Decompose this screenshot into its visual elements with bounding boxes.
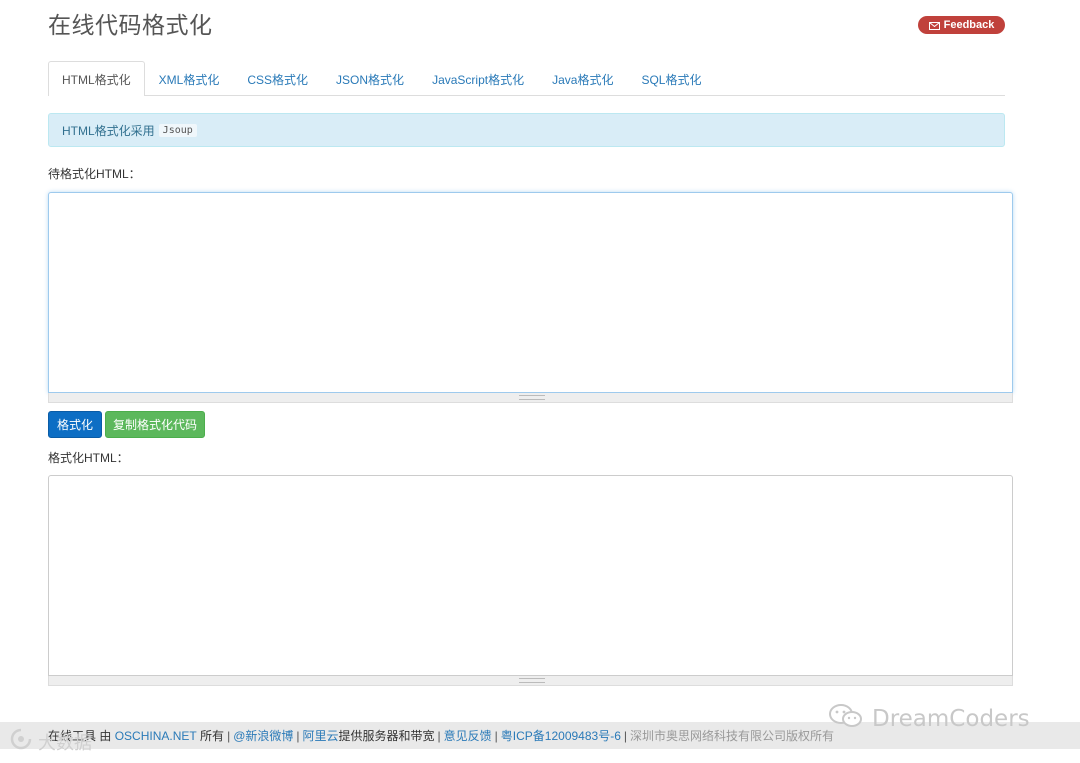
grip-icon <box>519 395 545 400</box>
page-title: 在线代码格式化 <box>48 13 213 39</box>
footer-aliyun-suffix: 提供服务器和带宽 <box>338 729 435 743</box>
footer-icp-link[interactable]: 粤ICP备12009483号-6 <box>501 727 621 744</box>
footer-owned: 所有 <box>200 729 225 743</box>
watermark-right-text: DreamCoders <box>872 706 1030 732</box>
footer-oschina-link[interactable]: OSCHINA.NET <box>115 729 197 743</box>
html-output-textarea[interactable] <box>48 475 1013 676</box>
grip-icon <box>519 678 545 683</box>
input-label: 待格式化HTML： <box>48 167 141 181</box>
footer-feedback-link[interactable]: 意见反馈 <box>444 727 492 744</box>
footer-separator: | <box>437 728 441 743</box>
watermark-left: 大数据 <box>8 728 92 755</box>
footer-separator: | <box>227 728 231 743</box>
wechat-icon <box>828 703 864 735</box>
feedback-button[interactable]: Feedback <box>918 16 1005 34</box>
watermark-left-text: 大数据 <box>38 732 92 754</box>
watermark-dreamcoders: DreamCoders <box>828 703 1030 735</box>
copy-formatted-button[interactable]: 复制格式化代码 <box>105 411 205 438</box>
output-label: 格式化HTML： <box>48 451 129 465</box>
logo-icon <box>8 728 34 755</box>
output-resize-handle[interactable] <box>48 676 1013 686</box>
feedback-label: Feedback <box>943 19 995 31</box>
info-text: HTML格式化采用 <box>62 123 155 138</box>
html-input-textarea[interactable] <box>48 192 1013 393</box>
tab-css[interactable]: CSS格式化 <box>233 62 322 96</box>
footer-separator: | <box>623 728 627 743</box>
input-resize-handle[interactable] <box>48 393 1013 403</box>
format-button[interactable]: 格式化 <box>48 411 102 438</box>
page: 在线代码格式化 Feedback HTML格式化 XML格式化 CSS格式化 J… <box>0 0 1080 763</box>
tab-json[interactable]: JSON格式化 <box>322 62 418 96</box>
tab-xml[interactable]: XML格式化 <box>145 62 234 96</box>
mail-icon <box>928 21 940 30</box>
footer-separator: | <box>296 728 300 743</box>
tab-javascript[interactable]: JavaScript格式化 <box>418 62 538 96</box>
info-code: Jsoup <box>158 123 197 137</box>
tab-java[interactable]: Java格式化 <box>538 62 627 96</box>
footer-copyright: 深圳市奥思网络科技有限公司版权所有 <box>630 729 835 743</box>
info-alert: HTML格式化采用 Jsoup <box>48 113 1005 147</box>
tab-html[interactable]: HTML格式化 <box>48 61 145 96</box>
footer-weibo-link[interactable]: @新浪微博 <box>233 727 293 744</box>
tab-sql[interactable]: SQL格式化 <box>627 62 715 96</box>
footer-separator: | <box>494 728 498 743</box>
tab-bar: HTML格式化 XML格式化 CSS格式化 JSON格式化 JavaScript… <box>48 61 1005 96</box>
footer-aliyun-link[interactable]: 阿里云 <box>303 727 339 744</box>
